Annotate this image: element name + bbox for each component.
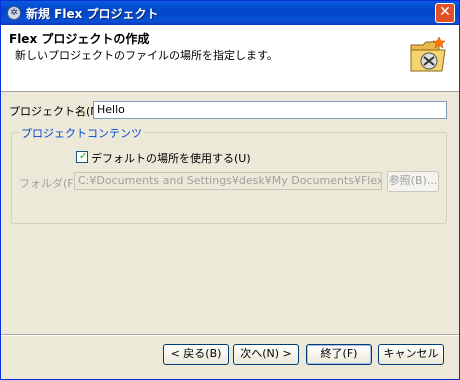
cancel-button[interactable]: キャンセル <box>378 344 444 365</box>
default-location-checkbox[interactable]: ✓ <box>76 151 88 163</box>
project-contents-title: プロジェクトコンテンツ <box>19 125 144 141</box>
finish-button[interactable]: 終了(F) <box>306 344 372 365</box>
default-location-label[interactable]: デフォルトの場所を使用する(U) <box>91 150 251 166</box>
browse-button[interactable]: 参照(B)... <box>387 171 439 192</box>
project-name-label: プロジェクト名(N): <box>9 105 107 118</box>
project-name-input[interactable]: Hello <box>93 101 447 119</box>
new-flex-project-dialog: ✲ 新規 Flex プロジェクト ✕ Flex プロジェクトの作成 新しいプロジ… <box>0 0 460 380</box>
page-description: 新しいプロジェクトのファイルの場所を指定します。 <box>15 49 278 62</box>
checkmark-icon: ✓ <box>79 151 88 162</box>
close-icon[interactable]: ✕ <box>435 3 455 23</box>
next-button[interactable]: 次へ(N) > <box>233 344 299 365</box>
back-button[interactable]: < 戻る(B) <box>163 344 229 365</box>
folder-label: フォルダ(F): <box>19 177 82 190</box>
title-bar[interactable]: ✲ 新規 Flex プロジェクト ✕ <box>1 1 459 25</box>
folder-path-input[interactable]: C:¥Documents and Settings¥desk¥My Docume… <box>74 172 382 190</box>
wizard-banner: Flex プロジェクトの作成 新しいプロジェクトのファイルの場所を指定します。 <box>1 25 459 92</box>
folder-wizard-icon <box>410 36 446 72</box>
window-title: 新規 Flex プロジェクト <box>26 7 159 21</box>
button-separator <box>1 334 459 336</box>
page-title: Flex プロジェクトの作成 <box>9 32 150 46</box>
app-icon: ✲ <box>7 6 21 20</box>
